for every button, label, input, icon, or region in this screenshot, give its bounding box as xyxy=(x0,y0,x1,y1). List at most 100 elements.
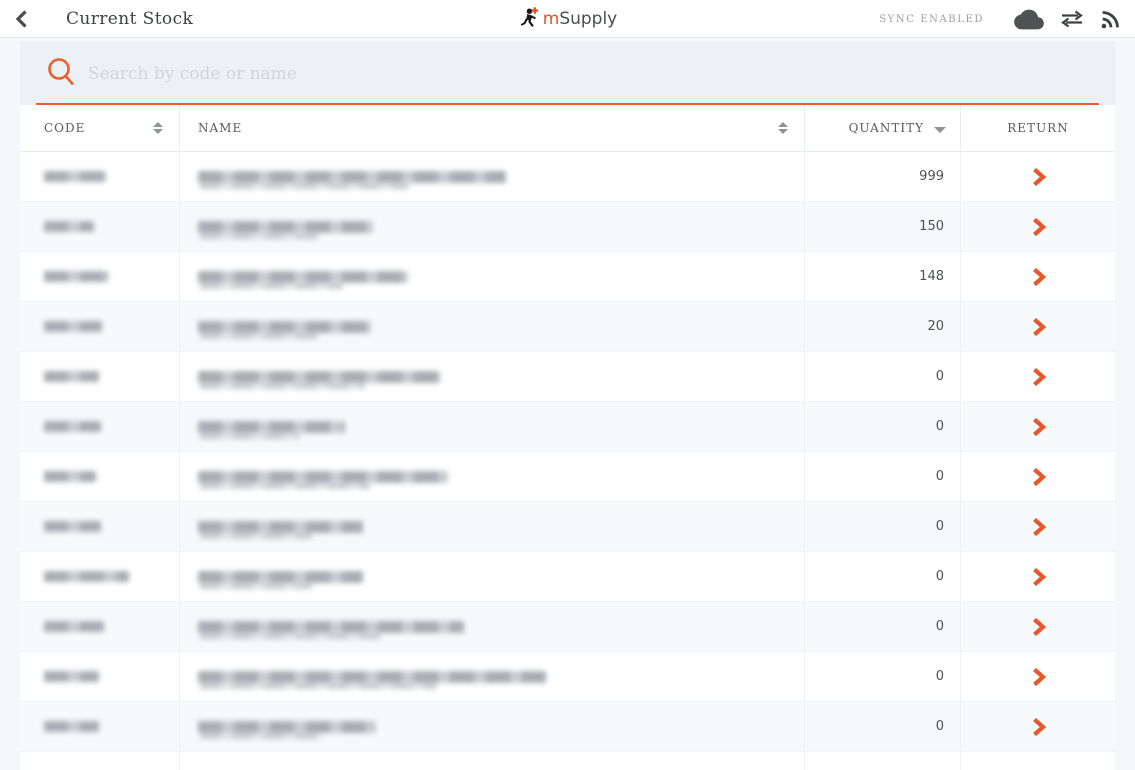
name-redacted xyxy=(198,221,373,233)
table-row[interactable]: 0 xyxy=(20,602,1115,652)
table-header: CODE NAME QUANTITY RETURN xyxy=(20,105,1115,152)
table-row[interactable]: 999 xyxy=(20,152,1115,202)
column-header-code[interactable]: CODE xyxy=(20,105,180,151)
code-header-label: CODE xyxy=(44,121,85,135)
row-chevron-button[interactable] xyxy=(1018,707,1058,747)
row-chevron-button[interactable] xyxy=(1018,257,1058,297)
code-redacted xyxy=(44,521,101,532)
chevron-right-icon xyxy=(1029,517,1048,537)
code-cell xyxy=(20,352,180,401)
top-bar: Current Stock mSupply SYNC ENABLED xyxy=(0,0,1135,38)
quantity-cell: 148 xyxy=(805,252,961,301)
quantity-cell: 0 xyxy=(805,452,961,501)
search-box[interactable] xyxy=(36,41,1099,105)
name-cell xyxy=(180,202,805,251)
code-redacted xyxy=(44,221,94,232)
quantity-cell: 0 xyxy=(805,652,961,701)
name-cell xyxy=(180,752,805,770)
chevron-right-icon xyxy=(1029,467,1048,487)
wifi-signal-icon[interactable] xyxy=(1100,9,1121,30)
table-row[interactable]: 0 xyxy=(20,402,1115,452)
chevron-right-icon xyxy=(1029,717,1048,737)
code-cell xyxy=(20,202,180,251)
code-redacted xyxy=(44,171,106,182)
sort-desc-icon-quantity xyxy=(934,127,946,133)
search-panel xyxy=(20,41,1115,105)
code-redacted xyxy=(44,321,102,332)
table-row[interactable]: 150 xyxy=(20,202,1115,252)
return-cell xyxy=(961,552,1115,601)
row-chevron-button[interactable] xyxy=(1018,307,1058,347)
return-cell xyxy=(961,302,1115,351)
logo-text: mSupply xyxy=(543,9,618,29)
row-chevron-button[interactable] xyxy=(1018,407,1058,447)
name-redacted xyxy=(198,571,363,583)
table-row[interactable]: 148 xyxy=(20,252,1115,302)
back-chevron-icon xyxy=(14,9,30,29)
quantity-value: 0 xyxy=(936,369,944,384)
name-cell xyxy=(180,502,805,551)
back-button[interactable] xyxy=(0,0,44,38)
quantity-cell: 999 xyxy=(805,152,961,201)
row-chevron-button[interactable] xyxy=(1018,207,1058,247)
quantity-cell: 0 xyxy=(805,352,961,401)
table-body: 999 150 xyxy=(20,152,1115,770)
page-title: Current Stock xyxy=(66,9,193,29)
code-cell xyxy=(20,652,180,701)
sync-arrows-icon[interactable] xyxy=(1060,10,1084,28)
chevron-right-icon xyxy=(1029,267,1048,287)
table-row[interactable]: 0 xyxy=(20,552,1115,602)
chevron-right-icon xyxy=(1029,367,1048,387)
return-cell xyxy=(961,752,1115,770)
code-cell xyxy=(20,752,180,770)
search-input[interactable] xyxy=(88,64,1099,84)
logo-m: m xyxy=(543,9,560,29)
name-redacted xyxy=(198,371,440,383)
code-cell xyxy=(20,552,180,601)
name-cell xyxy=(180,452,805,501)
cloud-icon[interactable] xyxy=(1014,9,1044,30)
chevron-right-icon xyxy=(1029,667,1048,687)
row-chevron-button[interactable] xyxy=(1018,507,1058,547)
chevron-right-icon xyxy=(1029,217,1048,237)
column-header-name[interactable]: NAME xyxy=(180,105,805,151)
quantity-value: 150 xyxy=(919,219,944,234)
table-row[interactable]: 0 xyxy=(20,702,1115,752)
return-cell xyxy=(961,152,1115,201)
column-header-quantity[interactable]: QUANTITY xyxy=(805,105,961,151)
row-chevron-button[interactable] xyxy=(1018,157,1058,197)
table-row[interactable]: 0 xyxy=(20,502,1115,552)
return-cell xyxy=(961,452,1115,501)
quantity-cell: 0 xyxy=(805,552,961,601)
row-chevron-button[interactable] xyxy=(1018,657,1058,697)
quantity-value: 148 xyxy=(919,269,944,284)
row-chevron-button[interactable] xyxy=(1018,557,1058,597)
name-redacted xyxy=(198,321,371,333)
row-chevron-button[interactable] xyxy=(1018,357,1058,397)
name-redacted xyxy=(198,721,376,733)
code-cell xyxy=(20,152,180,201)
return-cell xyxy=(961,702,1115,751)
code-cell xyxy=(20,252,180,301)
quantity-value: 0 xyxy=(936,719,944,734)
table-row[interactable]: 20 xyxy=(20,302,1115,352)
table-row[interactable]: 0 xyxy=(20,452,1115,502)
code-redacted xyxy=(44,721,99,732)
runner-icon xyxy=(518,6,540,32)
quantity-value: 0 xyxy=(936,419,944,434)
quantity-cell: 20 xyxy=(805,302,961,351)
row-chevron-button[interactable] xyxy=(1018,607,1058,647)
table-row[interactable]: 0 xyxy=(20,652,1115,702)
table-row[interactable] xyxy=(20,752,1115,770)
table-row[interactable]: 0 xyxy=(20,352,1115,402)
code-redacted xyxy=(44,571,129,582)
code-cell xyxy=(20,302,180,351)
chevron-right-icon xyxy=(1029,417,1048,437)
return-cell xyxy=(961,652,1115,701)
quantity-value: 0 xyxy=(936,619,944,634)
row-chevron-button[interactable] xyxy=(1018,457,1058,497)
name-header-label: NAME xyxy=(198,121,242,135)
topbar-right: SYNC ENABLED xyxy=(879,0,1121,38)
name-redacted xyxy=(198,521,363,533)
quantity-cell: 0 xyxy=(805,602,961,651)
